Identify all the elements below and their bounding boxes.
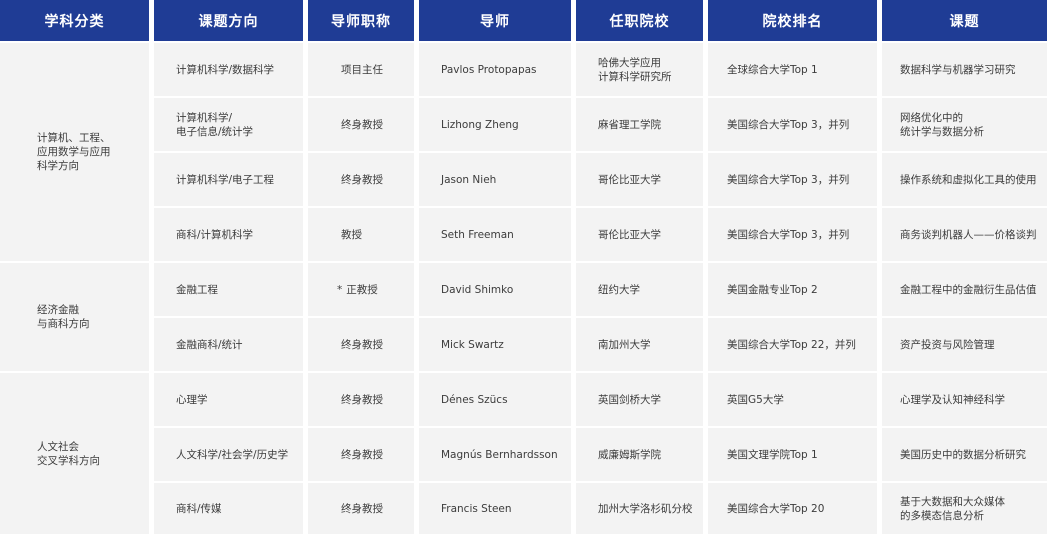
header-direction: 课题方向	[154, 0, 303, 41]
cell-topic: 操作系统和虚拟化工具的使用	[882, 153, 1047, 206]
cell-mentor: Pavlos Protopapas	[419, 43, 571, 96]
cell-role: 终身教授	[308, 428, 414, 481]
role-text: 项目主任	[341, 63, 383, 76]
cell-direction: 金融商科/统计	[154, 318, 303, 371]
role-text: 终身教授	[341, 118, 383, 131]
cell-mentor: Jason Nieh	[419, 153, 571, 206]
role-text: 终身教授	[341, 338, 383, 351]
cell-school: 麻省理工学院	[576, 98, 703, 151]
cell-ranking: 美国综合大学Top 22，并列	[708, 318, 877, 371]
header-ranking: 院校排名	[708, 0, 877, 41]
role-text: 教授	[341, 228, 362, 241]
cell-mentor: Dénes Szücs	[419, 373, 571, 426]
cell-role: 终身教授	[308, 153, 414, 206]
cell-ranking: 全球综合大学Top 1	[708, 43, 877, 96]
cell-school: 纽约大学	[576, 263, 703, 316]
cell-school: 南加州大学	[576, 318, 703, 371]
cell-role: * 正教授	[308, 263, 414, 316]
cell-direction: 心理学	[154, 373, 303, 426]
cell-role: 终身教授	[308, 318, 414, 371]
category-humanities: 人文社会 交叉学科方向	[0, 373, 149, 534]
cell-ranking: 美国综合大学Top 3，并列	[708, 153, 877, 206]
cell-school: 哥伦比亚大学	[576, 153, 703, 206]
role-text: 终身教授	[341, 393, 383, 406]
cell-mentor: Francis Steen	[419, 483, 571, 534]
cell-role: 项目主任	[308, 43, 414, 96]
cell-ranking: 美国综合大学Top 3，并列	[708, 98, 877, 151]
cell-ranking: 美国金融专业Top 2	[708, 263, 877, 316]
cell-topic: 美国历史中的数据分析研究	[882, 428, 1047, 481]
star-mark: *	[337, 283, 343, 296]
cell-topic: 基于大数据和大众媒体 的多模态信息分析	[882, 483, 1047, 534]
category-cs-engineering: 计算机、工程、 应用数学与应用 科学方向	[0, 43, 149, 261]
cell-topic: 网络优化中的 统计学与数据分析	[882, 98, 1047, 151]
cell-topic: 心理学及认知神经科学	[882, 373, 1047, 426]
role-text: 正教授	[346, 283, 378, 296]
cell-direction: 计算机科学/ 电子信息/统计学	[154, 98, 303, 151]
cell-ranking: 美国综合大学Top 3，并列	[708, 208, 877, 261]
cell-topic: 数据科学与机器学习研究	[882, 43, 1047, 96]
cell-school: 英国剑桥大学	[576, 373, 703, 426]
cell-mentor: Mick Swartz	[419, 318, 571, 371]
cell-topic: 资产投资与风险管理	[882, 318, 1047, 371]
cell-role: 终身教授	[308, 483, 414, 534]
cell-ranking: 美国综合大学Top 20	[708, 483, 877, 534]
cell-ranking: 美国文理学院Top 1	[708, 428, 877, 481]
role-text: 终身教授	[341, 173, 383, 186]
cell-role: 终身教授	[308, 373, 414, 426]
cell-topic: 金融工程中的金融衍生品估值	[882, 263, 1047, 316]
cell-direction: 计算机科学/数据科学	[154, 43, 303, 96]
cell-school: 哈佛大学应用 计算科学研究所	[576, 43, 703, 96]
cell-topic: 商务谈判机器人——价格谈判	[882, 208, 1047, 261]
cell-direction: 计算机科学/电子工程	[154, 153, 303, 206]
cell-mentor: Magnús Bernhardsson	[419, 428, 571, 481]
cell-role: 教授	[308, 208, 414, 261]
header-topic: 课题	[882, 0, 1047, 41]
cell-direction: 金融工程	[154, 263, 303, 316]
role-text: 终身教授	[341, 502, 383, 515]
header-role: 导师职称	[308, 0, 414, 41]
cell-direction: 商科/计算机科学	[154, 208, 303, 261]
header-mentor: 导师	[419, 0, 571, 41]
cell-mentor: Seth Freeman	[419, 208, 571, 261]
header-school: 任职院校	[576, 0, 703, 41]
cell-direction: 人文科学/社会学/历史学	[154, 428, 303, 481]
cell-ranking: 英国G5大学	[708, 373, 877, 426]
cell-role: 终身教授	[308, 98, 414, 151]
cell-mentor: Lizhong Zheng	[419, 98, 571, 151]
mentor-table: 学科分类 课题方向 导师职称 导师 任职院校 院校排名 课题 计算机、工程、 应…	[0, 0, 1047, 534]
cell-direction: 商科/传媒	[154, 483, 303, 534]
header-category: 学科分类	[0, 0, 149, 41]
cell-school: 威廉姆斯学院	[576, 428, 703, 481]
cell-school: 哥伦比亚大学	[576, 208, 703, 261]
cell-mentor: David Shimko	[419, 263, 571, 316]
role-text: 终身教授	[341, 448, 383, 461]
cell-school: 加州大学洛杉矶分校	[576, 483, 703, 534]
category-finance-business: 经济金融 与商科方向	[0, 263, 149, 371]
